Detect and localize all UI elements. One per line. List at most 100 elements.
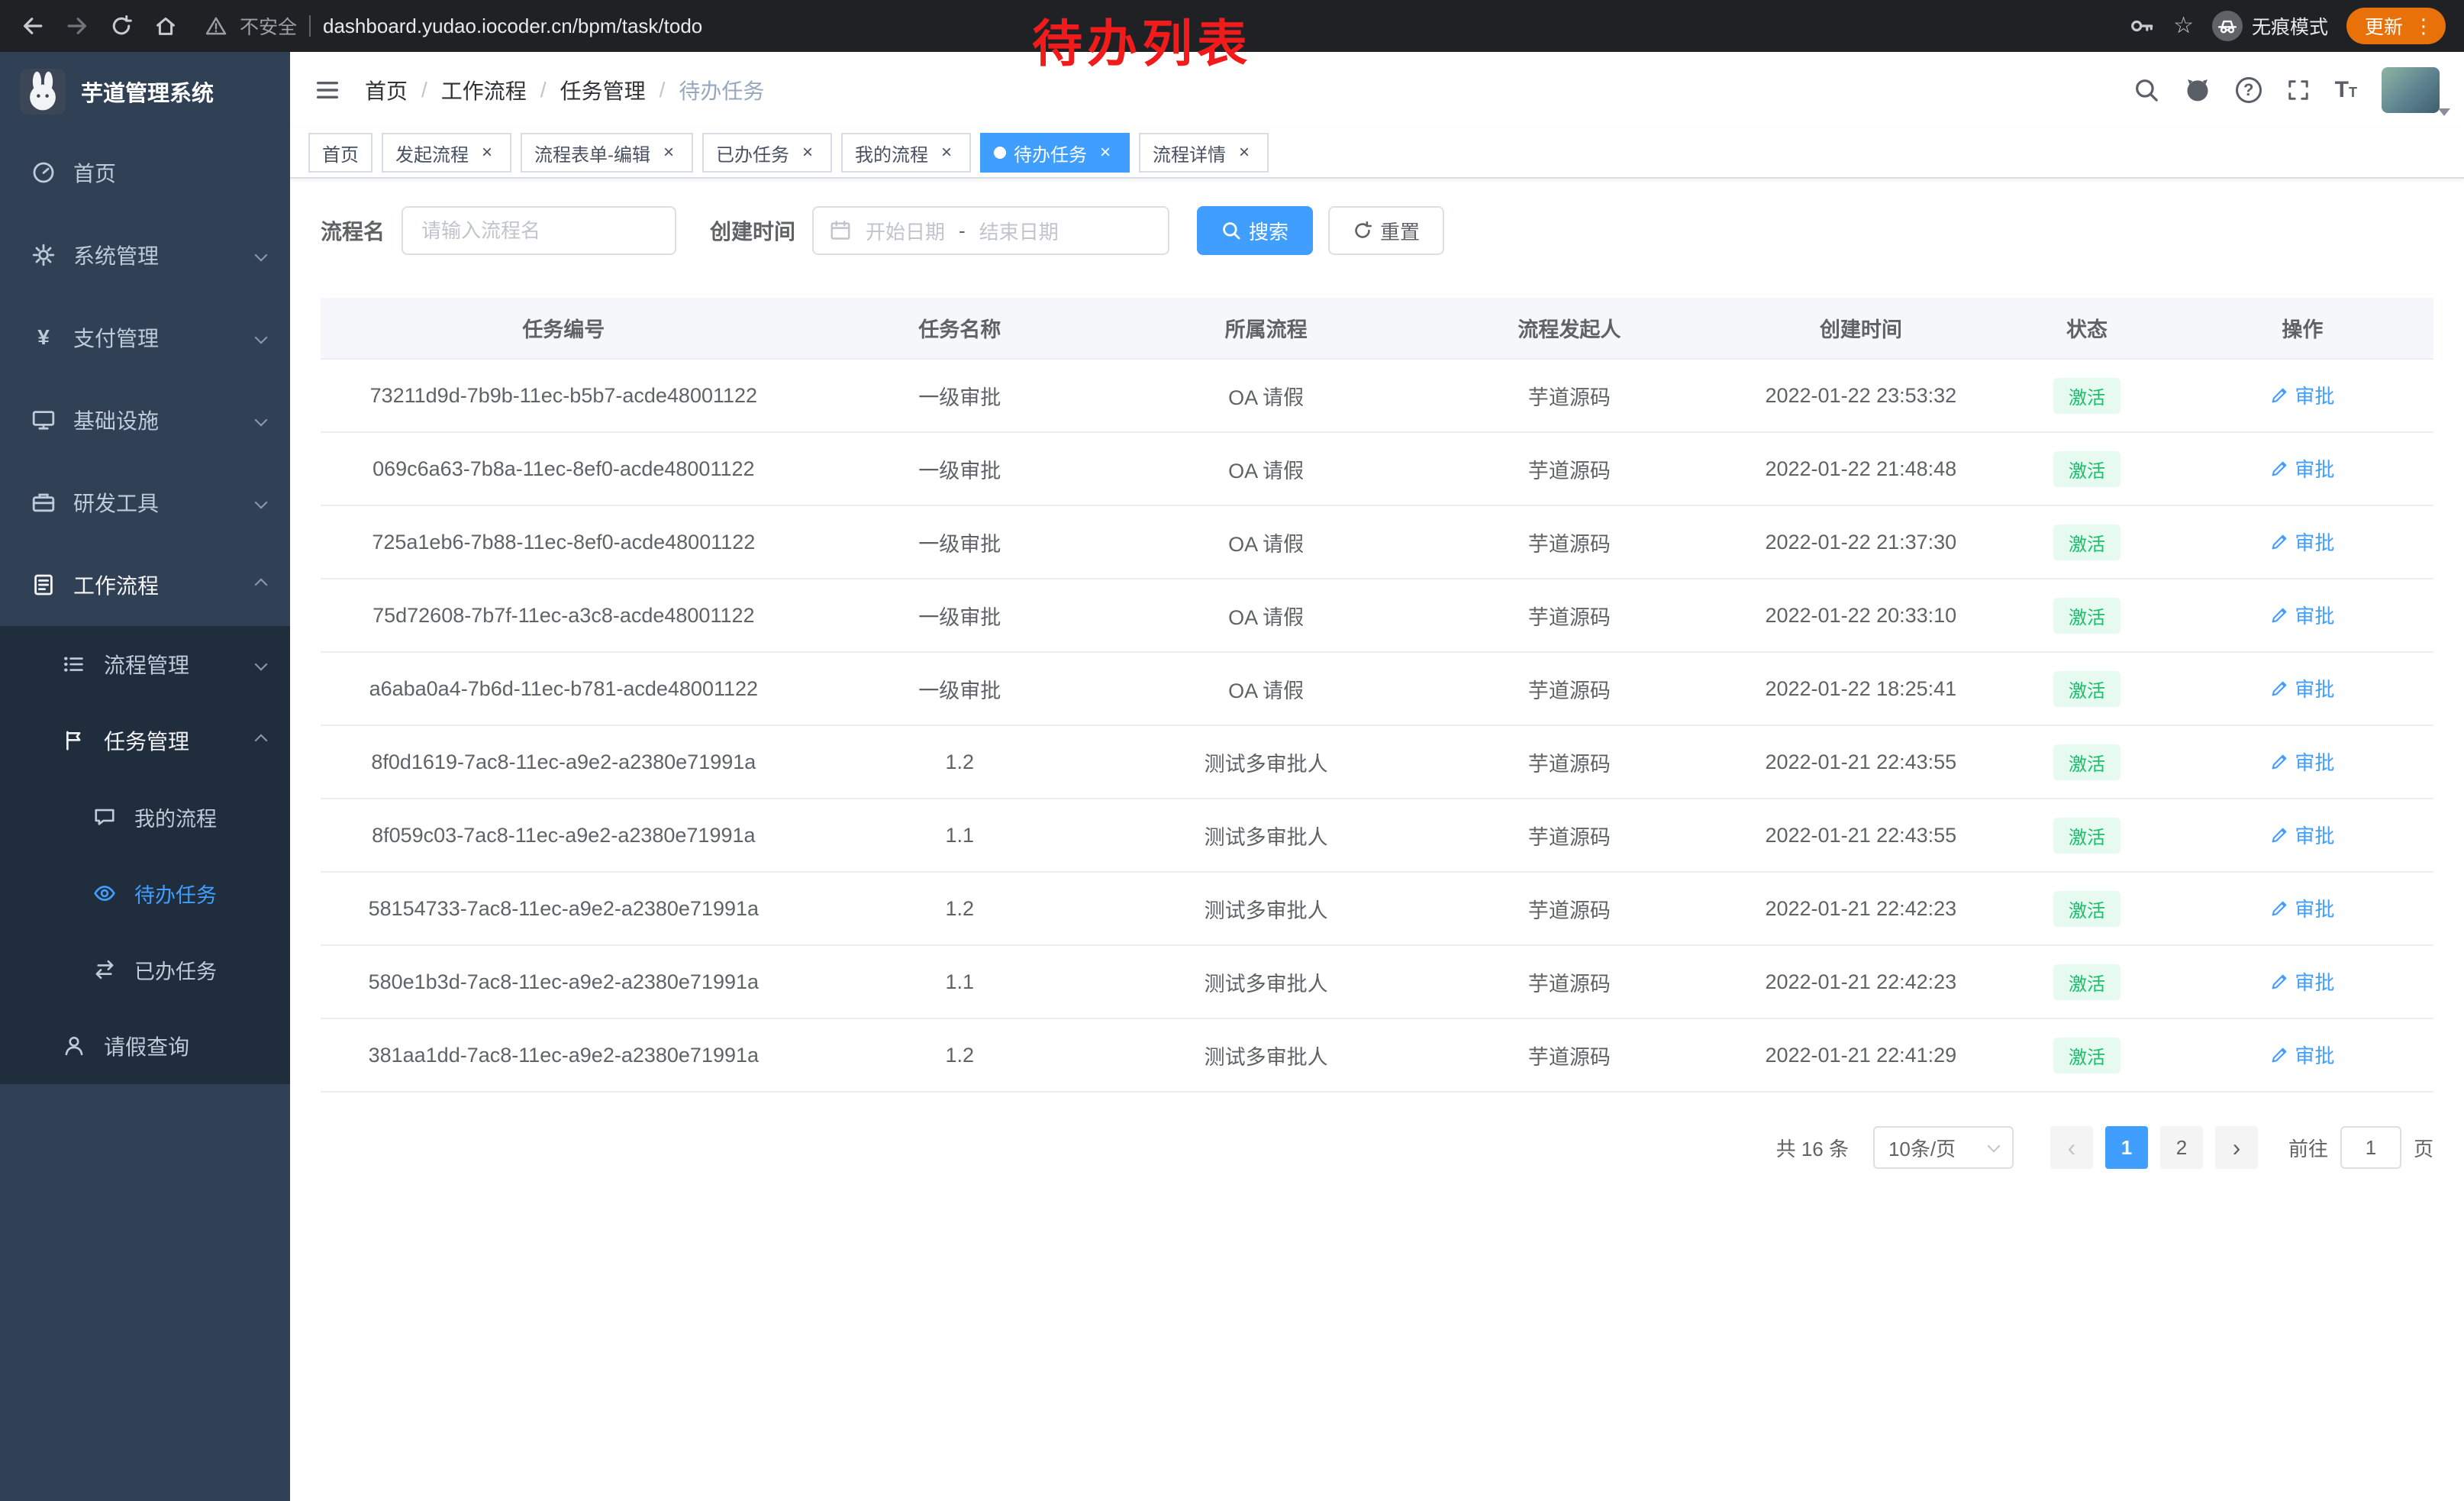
close-icon[interactable]: × xyxy=(1095,142,1116,163)
github-icon[interactable] xyxy=(2184,76,2211,104)
approve-link[interactable]: 审批 xyxy=(2270,601,2334,629)
edit-pen-icon xyxy=(2270,679,2288,698)
range-separator: - xyxy=(959,219,966,243)
approve-link[interactable]: 审批 xyxy=(2270,528,2334,556)
tab-home[interactable]: 首页 xyxy=(308,133,373,173)
search-button[interactable]: 搜索 xyxy=(1197,206,1313,255)
close-icon[interactable]: × xyxy=(797,142,818,163)
cell-create-time: 2022-01-22 21:48:48 xyxy=(1719,432,2002,505)
chevron-down-icon xyxy=(255,658,268,671)
sidebar-item-system[interactable]: 系统管理 xyxy=(0,214,290,296)
approve-link[interactable]: 审批 xyxy=(2270,894,2334,922)
cell-task-id: 069c6a63-7b8a-11ec-8ef0-acde48001122 xyxy=(321,432,807,505)
page-size-select[interactable]: 10条/页 xyxy=(1873,1126,2014,1169)
bookmark-star-icon[interactable]: ☆ xyxy=(2173,15,2194,37)
next-page-button[interactable]: › xyxy=(2215,1126,2258,1169)
status-badge: 激活 xyxy=(2053,744,2121,780)
cell-process: OA 请假 xyxy=(1113,432,1419,505)
key-icon[interactable] xyxy=(2129,13,2155,39)
sidebar-item-home[interactable]: 首页 xyxy=(0,131,290,214)
sidebar-item-todo-tasks[interactable]: 待办任务 xyxy=(0,855,290,931)
col-create-time: 创建时间 xyxy=(1719,298,2002,359)
sidebar-item-devtools[interactable]: 研发工具 xyxy=(0,461,290,544)
tab-todo-tasks[interactable]: 待办任务 × xyxy=(980,133,1130,173)
breadcrumb-separator: / xyxy=(540,78,547,102)
prev-page-button[interactable]: ‹ xyxy=(2050,1126,2093,1169)
approve-link[interactable]: 审批 xyxy=(2270,821,2334,849)
approve-link[interactable]: 审批 xyxy=(2270,967,2334,996)
update-label: 更新 xyxy=(2365,12,2403,40)
browser-home-icon[interactable] xyxy=(145,5,186,47)
sidebar-item-done-tasks[interactable]: 已办任务 xyxy=(0,931,290,1008)
date-range-picker[interactable]: 开始日期 - 结束日期 xyxy=(812,206,1169,255)
close-icon[interactable]: × xyxy=(936,142,957,163)
sidebar-item-workflow[interactable]: 工作流程 xyxy=(0,544,290,626)
cell-initiator: 芋道源码 xyxy=(1419,799,1719,872)
close-icon[interactable]: × xyxy=(476,142,498,163)
edit-pen-icon xyxy=(2270,826,2288,844)
tab-done-tasks[interactable]: 已办任务 × xyxy=(702,133,832,173)
browser-back-icon[interactable] xyxy=(12,5,53,47)
tab-my-process[interactable]: 我的流程 × xyxy=(841,133,971,173)
help-icon[interactable]: ? xyxy=(2236,77,2262,103)
table-row: 75d72608-7b7f-11ec-a3c8-acde48001122 一级审… xyxy=(321,579,2433,652)
edit-pen-icon xyxy=(2270,1046,2288,1064)
cell-initiator: 芋道源码 xyxy=(1419,432,1719,505)
cell-action: 审批 xyxy=(2172,432,2433,505)
cell-initiator: 芋道源码 xyxy=(1419,505,1719,579)
sidebar-item-infrastructure[interactable]: 基础设施 xyxy=(0,379,290,461)
approve-link[interactable]: 审批 xyxy=(2270,454,2334,483)
breadcrumb-task-management[interactable]: 任务管理 xyxy=(560,75,646,105)
breadcrumb-workflow[interactable]: 工作流程 xyxy=(441,75,527,105)
tab-process-form-edit[interactable]: 流程表单-编辑 × xyxy=(521,133,693,173)
chevron-up-icon xyxy=(255,734,268,747)
approve-link[interactable]: 审批 xyxy=(2270,747,2334,776)
cell-task-name: 1.2 xyxy=(807,1018,1113,1092)
font-size-icon[interactable]: TT xyxy=(2335,79,2357,102)
sidebar-item-leave-query[interactable]: 请假查询 xyxy=(0,1008,290,1084)
browser-forward-icon[interactable] xyxy=(56,5,98,47)
chevron-down-icon xyxy=(255,249,268,262)
browser-reload-icon[interactable] xyxy=(101,5,142,47)
address-bar[interactable]: 不安全 dashboard.yudao.iocoder.cn/bpm/task/… xyxy=(205,12,2126,40)
not-secure-label: 不安全 xyxy=(240,12,297,40)
reset-button[interactable]: 重置 xyxy=(1328,206,1444,255)
sidebar-item-process-management[interactable]: 流程管理 xyxy=(0,626,290,702)
approve-link[interactable]: 审批 xyxy=(2270,1041,2334,1069)
breadcrumb-current: 待办任务 xyxy=(679,75,764,105)
approve-link[interactable]: 审批 xyxy=(2270,674,2334,702)
transfer-icon xyxy=(92,958,118,981)
close-icon[interactable]: × xyxy=(658,142,679,163)
task-table: 任务编号 任务名称 所属流程 流程发起人 创建时间 状态 操作 73211d9d… xyxy=(321,298,2433,1093)
cell-task-id: 73211d9d-7b9b-11ec-b5b7-acde48001122 xyxy=(321,359,807,432)
browser-menu-icon[interactable]: ⋮ xyxy=(2414,15,2433,38)
sidebar-item-payment[interactable]: ¥ 支付管理 xyxy=(0,296,290,379)
app-title: 芋道管理系统 xyxy=(81,76,214,108)
edit-pen-icon xyxy=(2270,460,2288,478)
tab-label: 发起流程 xyxy=(395,140,469,166)
page-button-1[interactable]: 1 xyxy=(2105,1126,2148,1169)
incognito-chip[interactable]: 无痕模式 xyxy=(2212,11,2328,41)
cell-process: 测试多审批人 xyxy=(1113,1018,1419,1092)
collapse-sidebar-icon[interactable] xyxy=(314,77,340,103)
table-row: 725a1eb6-7b88-11ec-8ef0-acde48001122 一级审… xyxy=(321,505,2433,579)
table-row: 580e1b3d-7ac8-11ec-a9e2-a2380e71991a 1.1… xyxy=(321,945,2433,1018)
goto-page-input[interactable] xyxy=(2340,1126,2401,1169)
avatar[interactable] xyxy=(2382,67,2440,113)
cell-task-name: 1.1 xyxy=(807,799,1113,872)
approve-link[interactable]: 审批 xyxy=(2270,381,2334,409)
sidebar-item-my-process[interactable]: 我的流程 xyxy=(0,779,290,855)
sidebar-item-task-management[interactable]: 任务管理 xyxy=(0,702,290,779)
fullscreen-icon[interactable] xyxy=(2286,78,2311,102)
process-name-input[interactable] xyxy=(402,206,676,255)
update-button[interactable]: 更新 ⋮ xyxy=(2346,8,2446,44)
tab-start-process[interactable]: 发起流程 × xyxy=(382,133,511,173)
app-logo[interactable]: 芋道管理系统 xyxy=(0,52,290,131)
chevron-down-icon xyxy=(255,496,268,509)
tab-process-detail[interactable]: 流程详情 × xyxy=(1139,133,1269,173)
search-icon[interactable] xyxy=(2133,77,2159,103)
page-button-2[interactable]: 2 xyxy=(2160,1126,2203,1169)
close-icon[interactable]: × xyxy=(1234,142,1255,163)
status-badge: 激活 xyxy=(2053,598,2121,634)
breadcrumb-home[interactable]: 首页 xyxy=(365,75,408,105)
